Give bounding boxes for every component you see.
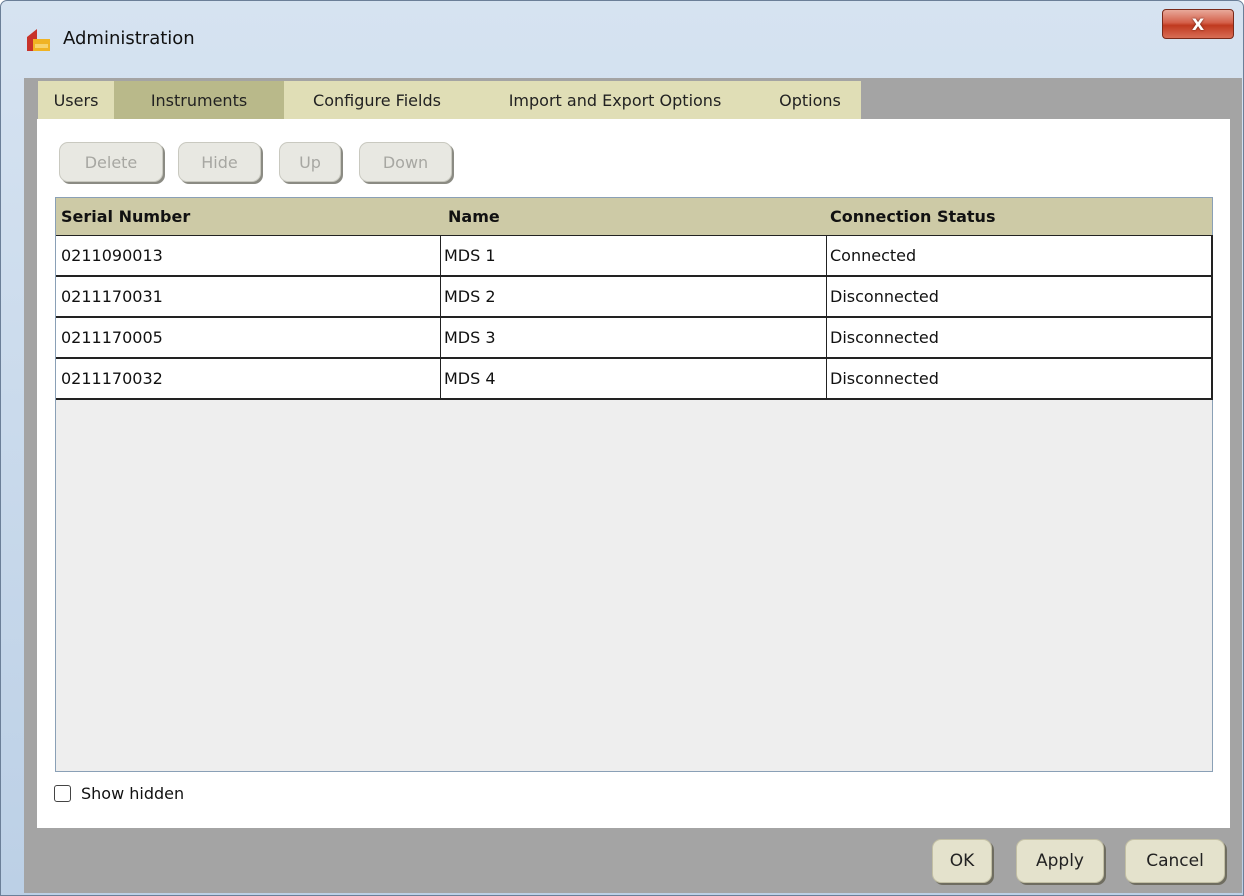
down-button[interactable]: Down bbox=[359, 142, 452, 182]
connection-status-cell: Disconnected bbox=[826, 359, 939, 398]
client-area: Users Instruments Configure Fields Impor… bbox=[24, 78, 1242, 893]
close-button[interactable]: X bbox=[1162, 9, 1234, 39]
tab-strip: Users Instruments Configure Fields Impor… bbox=[38, 81, 861, 119]
serial-number-cell: 0211170031 bbox=[61, 287, 163, 306]
column-header-name[interactable]: Name bbox=[448, 198, 500, 235]
instruments-panel: Delete Hide Up Down Serial Number Name C… bbox=[37, 119, 1230, 828]
cancel-button[interactable]: Cancel bbox=[1125, 839, 1225, 883]
title-bar: Administration X bbox=[1, 1, 1243, 76]
hide-button[interactable]: Hide bbox=[178, 142, 261, 182]
window-title: Administration bbox=[63, 28, 195, 49]
serial-number-cell: 0211090013 bbox=[61, 246, 163, 265]
connection-status-cell: Connected bbox=[826, 236, 916, 275]
apply-button[interactable]: Apply bbox=[1016, 839, 1104, 883]
delete-button[interactable]: Delete bbox=[59, 142, 163, 182]
serial-number-cell: 0211170032 bbox=[61, 369, 163, 388]
connection-status-cell: Disconnected bbox=[826, 318, 939, 357]
table-header: Serial Number Name Connection Status bbox=[56, 198, 1212, 235]
table-row[interactable]: 0211090013 MDS 1 Connected bbox=[56, 236, 1211, 277]
show-hidden-label: Show hidden bbox=[81, 784, 185, 803]
table-body: 0211090013 MDS 1 Connected 0211170031 MD… bbox=[56, 235, 1213, 400]
mds-app-icon bbox=[25, 27, 51, 53]
tab-instruments[interactable]: Instruments bbox=[114, 81, 284, 119]
show-hidden-checkbox[interactable] bbox=[54, 785, 71, 802]
name-cell: MDS 2 bbox=[440, 277, 496, 316]
administration-window: Administration X Users Instruments Confi… bbox=[0, 0, 1244, 896]
tab-import-export-options[interactable]: Import and Export Options bbox=[470, 81, 760, 119]
up-button[interactable]: Up bbox=[279, 142, 341, 182]
ok-button[interactable]: OK bbox=[932, 839, 992, 883]
tab-options[interactable]: Options bbox=[760, 81, 860, 119]
column-header-connection-status[interactable]: Connection Status bbox=[830, 198, 995, 235]
show-hidden-option[interactable]: Show hidden bbox=[54, 784, 184, 803]
connection-status-cell: Disconnected bbox=[826, 277, 939, 316]
tab-configure-fields[interactable]: Configure Fields bbox=[284, 81, 470, 119]
table-row[interactable]: 0211170032 MDS 4 Disconnected bbox=[56, 359, 1211, 400]
column-header-serial-number[interactable]: Serial Number bbox=[61, 198, 190, 235]
instruments-table: Serial Number Name Connection Status 021… bbox=[55, 197, 1213, 772]
close-icon: X bbox=[1191, 14, 1205, 34]
name-cell: MDS 1 bbox=[440, 236, 496, 275]
name-cell: MDS 4 bbox=[440, 359, 496, 398]
table-row[interactable]: 0211170005 MDS 3 Disconnected bbox=[56, 318, 1211, 359]
serial-number-cell: 0211170005 bbox=[61, 328, 163, 347]
name-cell: MDS 3 bbox=[440, 318, 496, 357]
table-row[interactable]: 0211170031 MDS 2 Disconnected bbox=[56, 277, 1211, 318]
tab-users[interactable]: Users bbox=[38, 81, 114, 119]
